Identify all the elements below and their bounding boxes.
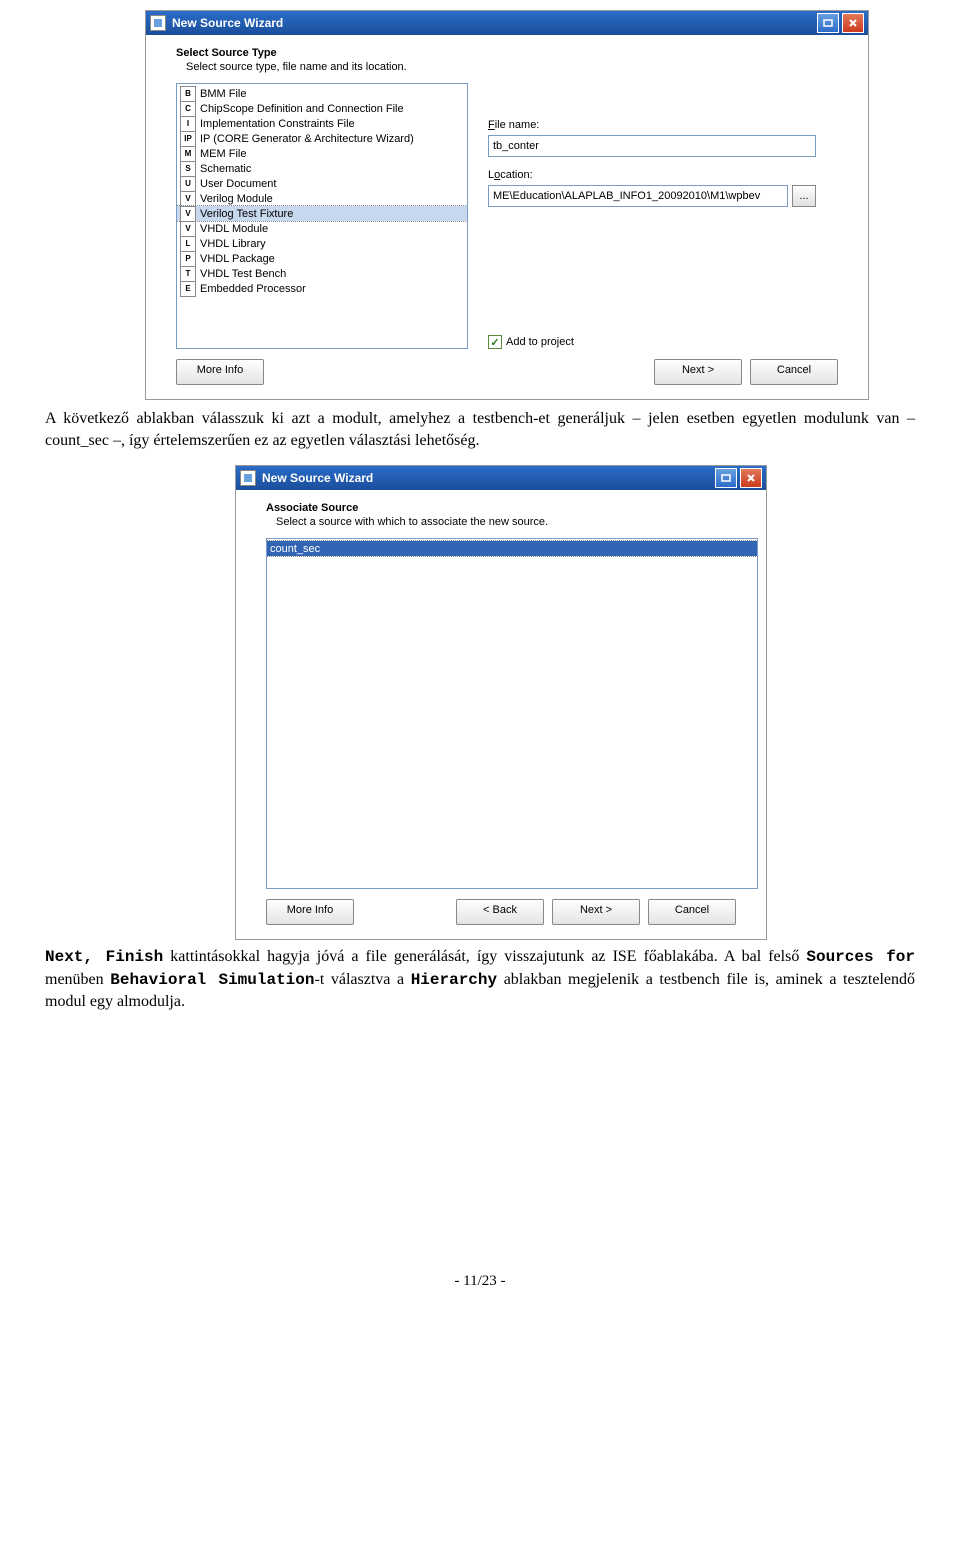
next-button[interactable]: Next > (654, 359, 742, 385)
paragraph-1: A következő ablakban válasszuk ki azt a … (45, 408, 915, 451)
cancel-button[interactable]: Cancel (750, 359, 838, 385)
location-input[interactable] (488, 185, 788, 207)
close-icon (746, 473, 756, 483)
add-to-project-label: Add to project (506, 336, 574, 348)
list-item[interactable]: count_sec (267, 541, 757, 556)
list-item-label: Verilog Module (200, 193, 273, 205)
filename-input[interactable] (488, 135, 816, 157)
file-type-icon: M (180, 146, 196, 162)
file-type-icon: I (180, 116, 196, 132)
maximize-button[interactable] (715, 468, 737, 488)
source-type-list[interactable]: B BMM File C ChipScope Definition and Conne… (176, 83, 468, 349)
browse-button[interactable]: ... (792, 185, 816, 207)
section-subtitle: Select source type, file name and its lo… (186, 61, 838, 73)
file-type-icon: C (180, 101, 196, 117)
close-icon (848, 18, 858, 28)
cancel-button[interactable]: Cancel (648, 899, 736, 925)
file-type-icon: B (180, 86, 196, 102)
list-item[interactable]: L VHDL Library (177, 236, 467, 251)
window-title: New Source Wizard (172, 16, 814, 30)
inline-code: Behavioral Simulation (110, 971, 314, 989)
list-item-label: User Document (200, 178, 276, 190)
list-item-label: VHDL Package (200, 253, 275, 265)
titlebar: New Source Wizard (146, 11, 868, 35)
list-item-label: VHDL Test Bench (200, 268, 286, 280)
list-item[interactable]: IP IP (CORE Generator & Architecture Wiza… (177, 131, 467, 146)
list-item-label: IP (CORE Generator & Architecture Wizard… (200, 133, 414, 145)
list-item[interactable]: V VHDL Module (177, 221, 467, 236)
file-type-icon: V (180, 191, 196, 207)
list-item-label: BMM File (200, 88, 246, 100)
list-item[interactable]: M MEM File (177, 146, 467, 161)
inline-code: Next, Finish (45, 948, 163, 966)
more-info-button[interactable]: More Info (176, 359, 264, 385)
associate-source-list[interactable]: count_sec (266, 538, 758, 889)
list-item-label: ChipScope Definition and Connection File (200, 103, 404, 115)
section-title: Associate Source (266, 502, 736, 514)
file-type-icon: U (180, 176, 196, 192)
list-item-label: Verilog Test Fixture (200, 208, 293, 220)
list-item-label: count_sec (270, 543, 320, 555)
file-type-icon: L (180, 236, 196, 252)
app-icon (240, 470, 256, 486)
list-item[interactable]: B BMM File (177, 86, 467, 101)
maximize-button[interactable] (817, 13, 839, 33)
page-number: - 11/23 - (45, 1273, 915, 1290)
maximize-icon (721, 474, 731, 482)
list-item-label: Implementation Constraints File (200, 118, 355, 130)
filename-label: File name: (488, 119, 838, 131)
titlebar: New Source Wizard (236, 466, 766, 490)
list-item-label: VHDL Library (200, 238, 266, 250)
add-to-project-checkbox[interactable]: ✓ (488, 335, 502, 349)
inline-code: Sources for (806, 948, 915, 966)
file-type-icon: IP (180, 131, 196, 147)
list-item-label: Embedded Processor (200, 283, 306, 295)
checkmark-icon: ✓ (490, 336, 499, 349)
file-type-icon: E (180, 281, 196, 297)
section-title: Select Source Type (176, 47, 838, 59)
list-item[interactable]: V Verilog Module (177, 191, 467, 206)
list-item-label: Schematic (200, 163, 251, 175)
list-item[interactable]: V Verilog Test Fixture (177, 206, 467, 221)
wizard-screenshot-1: New Source Wizard Select Source Type Sel… (145, 10, 915, 400)
list-item-label: VHDL Module (200, 223, 268, 235)
list-item-label: MEM File (200, 148, 246, 160)
close-button[interactable] (842, 13, 864, 33)
associate-source-dialog: New Source Wizard Associate Source Selec… (235, 465, 767, 940)
list-item[interactable]: T VHDL Test Bench (177, 266, 467, 281)
section-subtitle: Select a source with which to associate … (276, 516, 736, 528)
file-type-icon: S (180, 161, 196, 177)
list-item[interactable]: S Schematic (177, 161, 467, 176)
close-button[interactable] (740, 468, 762, 488)
list-item[interactable]: E Embedded Processor (177, 281, 467, 296)
wizard-screenshot-2: New Source Wizard Associate Source Selec… (235, 465, 915, 940)
list-item[interactable]: U User Document (177, 176, 467, 191)
more-info-button[interactable]: More Info (266, 899, 354, 925)
file-type-icon: T (180, 266, 196, 282)
inline-code: Hierarchy (411, 971, 497, 989)
new-source-wizard-dialog: New Source Wizard Select Source Type Sel… (145, 10, 869, 400)
list-item[interactable]: I Implementation Constraints File (177, 116, 467, 131)
paragraph-2: Next, Finish kattintásokkal hagyja jóvá … (45, 946, 915, 1013)
maximize-icon (823, 19, 833, 27)
app-icon (150, 15, 166, 31)
file-type-icon: V (180, 206, 196, 222)
list-item[interactable]: P VHDL Package (177, 251, 467, 266)
location-label: Location: (488, 169, 838, 181)
window-title: New Source Wizard (262, 471, 712, 485)
next-button[interactable]: Next > (552, 899, 640, 925)
ellipsis-icon: ... (799, 190, 808, 202)
back-button[interactable]: < Back (456, 899, 544, 925)
file-type-icon: P (180, 251, 196, 267)
file-type-icon: V (180, 221, 196, 237)
list-item[interactable]: C ChipScope Definition and Connection Fil… (177, 101, 467, 116)
